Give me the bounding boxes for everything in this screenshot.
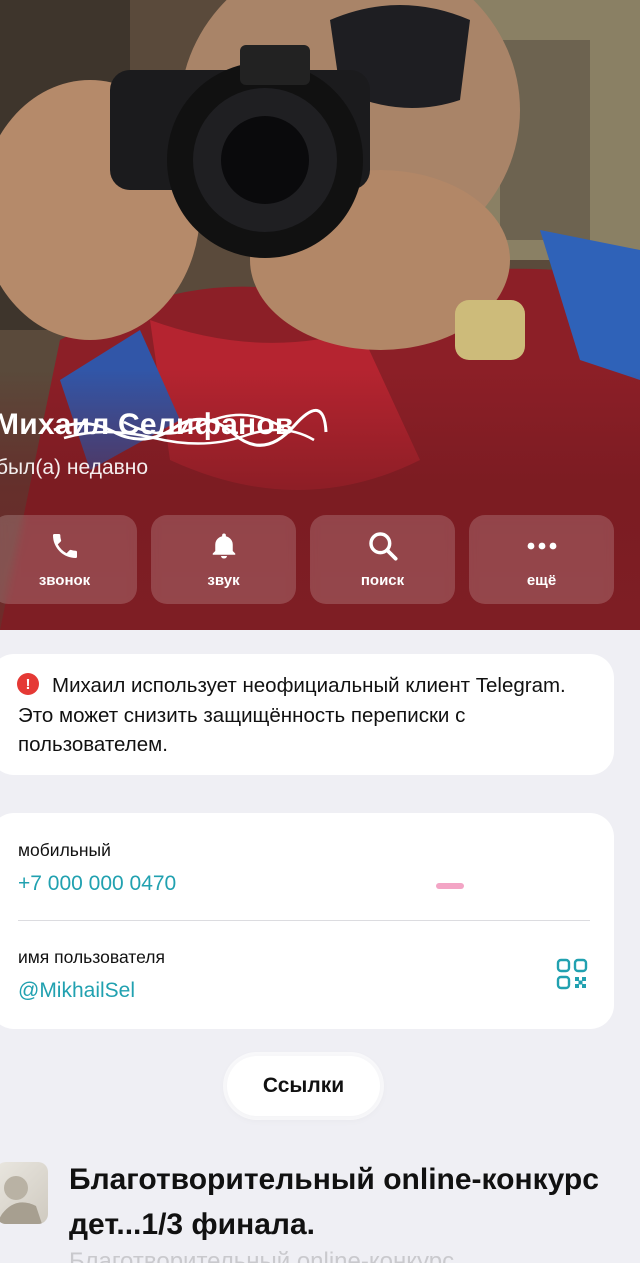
call-button[interactable]: звонок xyxy=(0,515,137,604)
qr-code-icon[interactable] xyxy=(556,958,588,990)
redaction-mark xyxy=(436,883,464,889)
tab-links[interactable]: Ссылки xyxy=(227,1056,380,1116)
call-label: звонок xyxy=(38,572,91,589)
profile-header: Михаил Селифанов был(а) недавно звонок з… xyxy=(0,0,640,630)
more-label: ещё xyxy=(526,572,557,589)
link-description: Благотворительный online-конкурс xyxy=(69,1248,455,1263)
phone-icon xyxy=(52,534,77,558)
search-button[interactable]: поиск xyxy=(310,515,455,604)
warning-text: Михаил использует неофициальный клиент T… xyxy=(18,674,566,756)
sound-label: звук xyxy=(207,572,240,589)
divider xyxy=(18,920,590,921)
more-button[interactable]: ещё xyxy=(469,515,614,604)
contact-info-card: мобильный +7 000 000 0470 имя пользовате… xyxy=(0,813,614,1029)
search-icon xyxy=(368,532,398,561)
profile-status: был(а) недавно xyxy=(0,456,149,479)
bell-icon xyxy=(212,533,235,559)
phone-value[interactable]: +7 000 000 0470 xyxy=(18,872,176,896)
search-label: поиск xyxy=(360,572,405,589)
name-redaction-scribble xyxy=(53,408,328,447)
link-thumbnail xyxy=(0,1162,48,1224)
username-label: имя пользователя xyxy=(18,947,165,967)
unofficial-client-warning: ! Михаил использует неофициальный клиент… xyxy=(0,654,614,775)
username-value[interactable]: @MikhailSel xyxy=(18,979,135,1003)
sound-button[interactable]: звук xyxy=(151,515,296,604)
list-item[interactable]: Благотворительный online-конкурс дет...1… xyxy=(0,1155,640,1263)
more-icon xyxy=(527,542,556,550)
link-title: Благотворительный online-конкурс дет...1… xyxy=(69,1163,599,1241)
profile-actions: звонок звук поиск ещё xyxy=(0,515,614,604)
phone-label: мобильный xyxy=(18,840,111,860)
